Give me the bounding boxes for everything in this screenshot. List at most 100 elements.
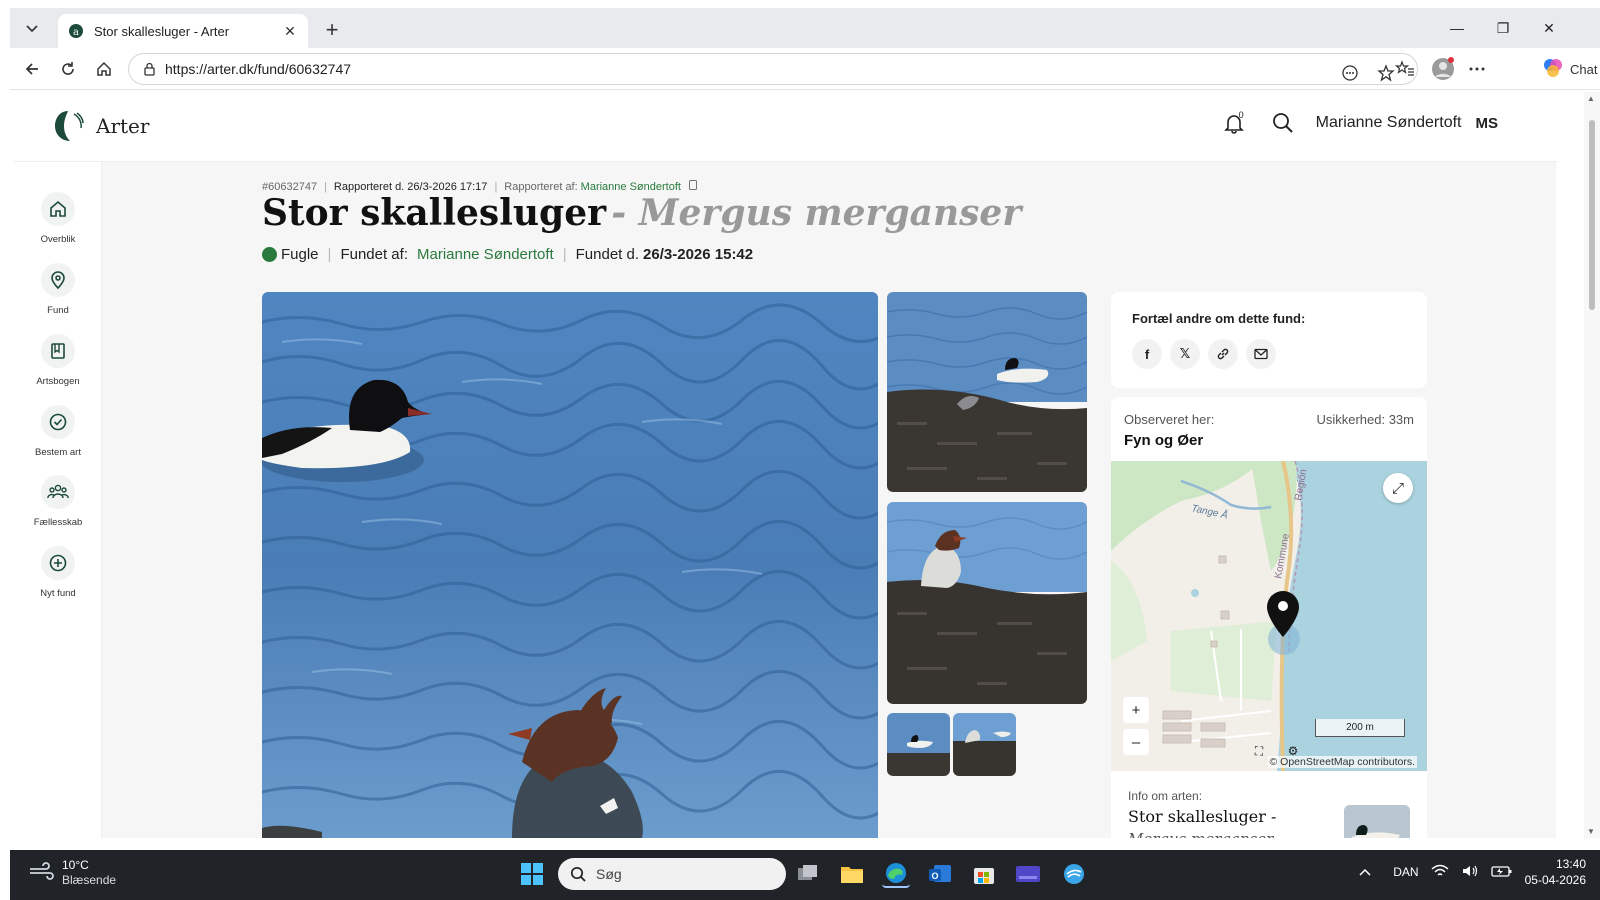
tab-close-icon[interactable]: ✕ <box>282 23 298 39</box>
page-scrollbar[interactable]: ▲ ▼ <box>1584 92 1600 838</box>
file-explorer-icon[interactable] <box>838 860 866 888</box>
page-title: Stor skallesluger - Mergus merganser <box>262 192 1021 234</box>
windows-taskbar: 10°C Blæsende Søg O DAN 13:40 05-04-2026 <box>10 850 1600 900</box>
browser-toolbar: https://arter.dk/fund/60632747 Chat <box>10 48 1600 90</box>
profile-avatar-icon[interactable] <box>1430 56 1456 82</box>
notification-count: 0 <box>1238 110 1244 120</box>
scrollbar-thumb[interactable] <box>1589 120 1595 310</box>
map-zoom-in-button[interactable]: + <box>1123 697 1149 723</box>
battery-icon[interactable] <box>1490 864 1513 881</box>
sidebar-item-fund[interactable]: Fund <box>14 263 102 323</box>
scroll-up-icon[interactable]: ▲ <box>1587 94 1595 103</box>
system-clock[interactable]: 13:40 05-04-2026 <box>1525 856 1586 888</box>
species-info-label: Info om arten: <box>1128 789 1203 803</box>
found-date-label: Fundet d. <box>575 246 640 263</box>
sidebar-item-overblik[interactable]: Overblik <box>14 192 102 252</box>
wind-icon <box>28 861 54 886</box>
reload-icon[interactable] <box>56 57 80 81</box>
arter-logo-icon[interactable]: a <box>50 108 86 144</box>
sidebar-item-label: Fællesskab <box>33 517 83 528</box>
search-icon <box>570 866 586 882</box>
edge-browser-icon[interactable] <box>882 860 910 888</box>
more-options-icon[interactable] <box>1466 58 1488 80</box>
tab-list-chevron-icon[interactable] <box>20 16 44 40</box>
taskbar-search[interactable]: Søg <box>558 858 786 890</box>
task-view-icon[interactable] <box>794 860 822 888</box>
sidebar-item-label: Bestem art <box>35 447 81 458</box>
volume-icon[interactable] <box>1461 864 1479 881</box>
map-layers-icon[interactable]: ⛶ <box>1249 741 1269 761</box>
back-arrow-icon[interactable] <box>20 57 44 81</box>
species-group-icon <box>262 247 277 262</box>
home-icon[interactable] <box>92 57 116 81</box>
share-title: Fortæl andre om dette fund: <box>1132 311 1306 326</box>
gallery-photo-2[interactable] <box>887 502 1087 704</box>
mail-icon[interactable] <box>1246 339 1276 369</box>
windows-start-icon[interactable] <box>518 860 546 888</box>
user-name[interactable]: Marianne Søndertoft <box>1316 114 1462 132</box>
search-icon[interactable] <box>1272 112 1294 134</box>
show-hidden-icons-chevron-icon[interactable] <box>1359 865 1371 879</box>
lock-icon <box>141 61 157 77</box>
species-info-latin: Mergus merganser <box>1128 830 1273 838</box>
app-swirl-icon[interactable] <box>1060 860 1088 888</box>
photo-thumbnail[interactable] <box>887 713 950 776</box>
address-bar[interactable]: https://arter.dk/fund/60632747 <box>128 53 1418 85</box>
scroll-down-icon[interactable]: ▼ <box>1587 827 1595 836</box>
species-latin-name: - Mergus merganser <box>611 192 1022 234</box>
microsoft-store-icon[interactable] <box>970 860 998 888</box>
plus-circle-icon <box>41 546 75 580</box>
species-common-name: Stor skallesluger <box>262 192 607 234</box>
location-map[interactable]: Tange Å Region Kommune ⤢ + – ⛶ ⚙ 200 m ©… <box>1111 460 1427 772</box>
sidebar-item-nyt-fund[interactable]: Nyt fund <box>14 546 102 606</box>
link-icon[interactable] <box>1208 339 1238 369</box>
main-photo[interactable] <box>262 292 878 838</box>
header-actions: 0 Marianne Søndertoft MS <box>1223 110 1499 134</box>
map-zoom-out-button[interactable]: – <box>1123 729 1149 755</box>
reader-mode-icon[interactable] <box>1339 62 1361 84</box>
site-header: a Arter 0 Marianne Søndertoft MS <box>14 92 1558 162</box>
clock-date: 05-04-2026 <box>1524 873 1586 887</box>
wifi-icon[interactable] <box>1431 864 1449 881</box>
copilot-chat-button[interactable]: Chat <box>1542 56 1597 82</box>
facebook-icon[interactable]: f <box>1132 339 1162 369</box>
tab-title: Stor skallesluger - Arter <box>94 23 230 39</box>
species-group[interactable]: Fugle <box>281 246 319 263</box>
window-close-icon[interactable]: ✕ <box>1526 14 1572 42</box>
sidebar-item-label: Nyt fund <box>40 588 76 599</box>
observed-label: Observeret her: <box>1124 412 1215 427</box>
photo-thumbnail[interactable] <box>953 713 1016 776</box>
notifications-bell-icon[interactable]: 0 <box>1223 110 1250 134</box>
sidebar-item-artsbogen[interactable]: Artsbogen <box>14 334 102 394</box>
new-tab-button[interactable]: + <box>320 17 344 42</box>
sidebar-item-label: Artsbogen <box>36 376 80 387</box>
chat-label: Chat <box>1570 61 1598 77</box>
site-brand[interactable]: Arter <box>96 114 149 138</box>
map-fullscreen-icon[interactable]: ⤢ <box>1383 473 1413 503</box>
x-icon[interactable]: 𝕏 <box>1170 339 1200 369</box>
weather-widget[interactable]: 10°C Blæsende <box>28 858 116 888</box>
restore-icon[interactable]: ❐ <box>1480 14 1526 42</box>
svg-text:O: O <box>931 871 938 881</box>
share-buttons: f 𝕏 <box>1132 339 1276 369</box>
sidebar-item-label: Overblik <box>40 234 76 245</box>
found-by-label: Fundet af: <box>340 246 408 263</box>
reported-by-link[interactable]: Marianne Søndertoft <box>581 181 681 193</box>
sidebar-item-faellesskab[interactable]: Fællesskab <box>14 475 102 535</box>
minimize-icon[interactable]: — <box>1434 14 1480 42</box>
sidebar-item-bestem-art[interactable]: Bestem art <box>14 405 102 465</box>
uncertainty: Usikkerhed: 33m <box>1316 412 1414 427</box>
outlook-icon[interactable]: O <box>926 860 954 888</box>
active-tab[interactable]: a Stor skallesluger - Arter ✕ <box>58 14 308 48</box>
favorites-list-icon[interactable] <box>1394 58 1416 80</box>
found-by-link[interactable]: Marianne Søndertoft <box>417 246 554 263</box>
user-avatar[interactable]: MS <box>1476 115 1499 132</box>
app-window-icon[interactable] <box>1014 860 1042 888</box>
found-date: 26/3-2026 15:42 <box>643 246 754 263</box>
map-attribution[interactable]: © OpenStreetMap contributors. <box>1267 756 1417 768</box>
reported-date: Rapporteret d. 26/3-2026 17:17 <box>333 180 488 193</box>
species-info-name[interactable]: Stor skallesluger - <box>1128 807 1276 826</box>
species-info-image[interactable] <box>1344 805 1410 838</box>
language-indicator[interactable]: DAN <box>1393 865 1418 879</box>
gallery-photo-1[interactable] <box>887 292 1087 492</box>
